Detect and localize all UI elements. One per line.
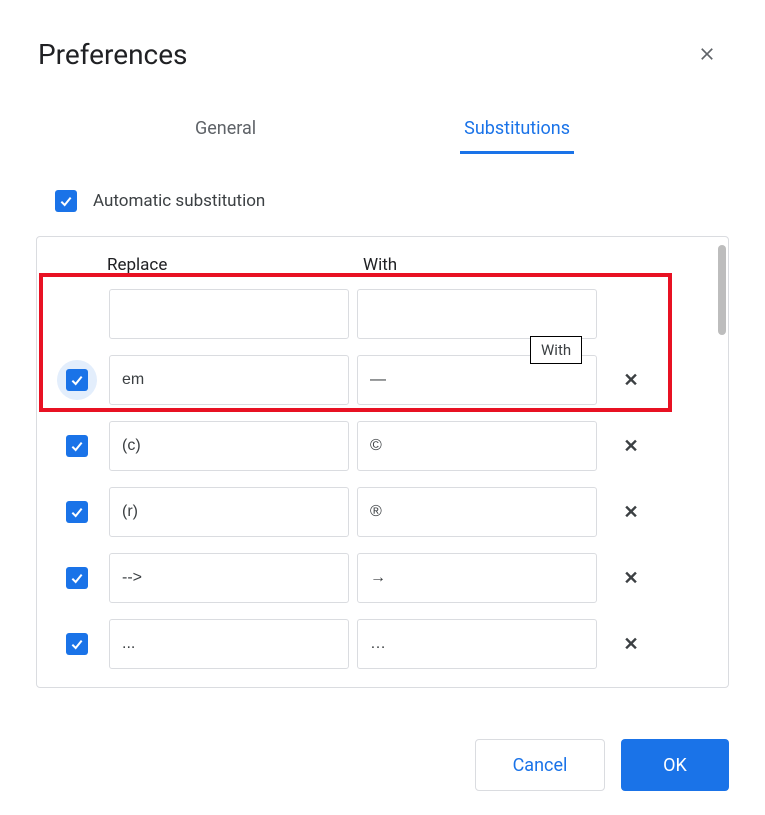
column-header-with: With <box>363 255 619 275</box>
with-cell <box>353 421 601 471</box>
delete-row-button[interactable]: ✕ <box>615 628 647 660</box>
replace-cell <box>105 355 353 405</box>
table-row <box>37 281 716 347</box>
with-input[interactable] <box>357 421 597 471</box>
table-row: ✕ <box>37 347 716 413</box>
checkbox-cell <box>49 426 105 466</box>
dialog-title: Preferences <box>38 38 188 71</box>
tooltip-with: With <box>530 336 582 364</box>
auto-substitution-row: Automatic substitution <box>0 154 765 236</box>
with-input[interactable] <box>357 487 597 537</box>
cancel-button[interactable]: Cancel <box>475 739 605 791</box>
replace-input[interactable] <box>109 355 349 405</box>
with-cell <box>353 553 601 603</box>
row-checkbox[interactable] <box>66 567 88 589</box>
replace-input[interactable] <box>109 487 349 537</box>
column-header-replace: Replace <box>107 255 363 275</box>
checkbox-focus-ring <box>57 558 97 598</box>
replace-input[interactable] <box>109 289 349 339</box>
tab-general[interactable]: General <box>191 110 260 154</box>
ok-button[interactable]: OK <box>621 739 729 791</box>
delete-row-button[interactable]: ✕ <box>615 496 647 528</box>
check-icon <box>69 372 85 388</box>
replace-cell <box>105 553 353 603</box>
replace-input[interactable] <box>109 553 349 603</box>
delete-cell: ✕ <box>601 628 661 660</box>
substitutions-table: Replace With ✕ ✕ ✕ ✕ ✕ <box>36 236 729 688</box>
table-row: ✕ <box>37 545 716 611</box>
with-input[interactable] <box>357 553 597 603</box>
table-row: ✕ <box>37 611 716 677</box>
delete-row-button[interactable]: ✕ <box>615 562 647 594</box>
with-input[interactable] <box>357 289 597 339</box>
check-icon <box>69 570 85 586</box>
auto-substitution-label: Automatic substitution <box>93 191 265 211</box>
close-icon <box>697 44 717 64</box>
replace-cell <box>105 487 353 537</box>
dialog-footer: Cancel OK <box>475 739 729 791</box>
close-icon: ✕ <box>623 568 638 589</box>
close-icon: ✕ <box>623 634 638 655</box>
with-cell <box>353 619 601 669</box>
with-input[interactable] <box>357 619 597 669</box>
tabs: General Substitutions <box>0 110 765 154</box>
table-row: ✕ <box>37 413 716 479</box>
delete-cell: ✕ <box>601 496 661 528</box>
table-row: ✕ <box>37 479 716 545</box>
check-icon <box>69 636 85 652</box>
delete-row-button[interactable]: ✕ <box>615 364 647 396</box>
checkbox-cell <box>49 624 105 664</box>
row-checkbox[interactable] <box>66 435 88 457</box>
close-button[interactable] <box>689 36 725 72</box>
with-cell <box>353 487 601 537</box>
checkbox-cell <box>49 558 105 598</box>
tab-substitutions[interactable]: Substitutions <box>460 110 574 154</box>
replace-cell <box>105 421 353 471</box>
row-checkbox[interactable] <box>66 369 88 391</box>
checkbox-focus-ring <box>57 426 97 466</box>
dialog-header: Preferences <box>0 0 765 92</box>
preferences-dialog: Preferences General Substitutions Automa… <box>0 0 765 815</box>
replace-input[interactable] <box>109 421 349 471</box>
rows-container: ✕ ✕ ✕ ✕ ✕ <box>37 281 728 677</box>
check-icon <box>69 504 85 520</box>
checkbox-focus-ring <box>57 492 97 532</box>
checkbox-cell <box>49 492 105 532</box>
scrollbar[interactable] <box>718 245 726 335</box>
checkbox-focus-ring <box>57 360 97 400</box>
with-cell <box>353 289 601 339</box>
checkbox-focus-ring <box>57 624 97 664</box>
delete-cell: ✕ <box>601 562 661 594</box>
auto-substitution-checkbox[interactable] <box>55 190 77 212</box>
delete-cell: ✕ <box>601 430 661 462</box>
replace-cell <box>105 619 353 669</box>
delete-row-button[interactable]: ✕ <box>615 430 647 462</box>
replace-cell <box>105 289 353 339</box>
close-icon: ✕ <box>623 502 638 523</box>
close-icon: ✕ <box>623 436 638 457</box>
checkbox-cell <box>49 360 105 400</box>
check-icon <box>69 438 85 454</box>
delete-cell: ✕ <box>601 364 661 396</box>
close-icon: ✕ <box>623 370 638 391</box>
replace-input[interactable] <box>109 619 349 669</box>
row-checkbox[interactable] <box>66 633 88 655</box>
check-icon <box>58 193 74 209</box>
row-checkbox[interactable] <box>66 501 88 523</box>
column-headers: Replace With <box>37 237 728 281</box>
